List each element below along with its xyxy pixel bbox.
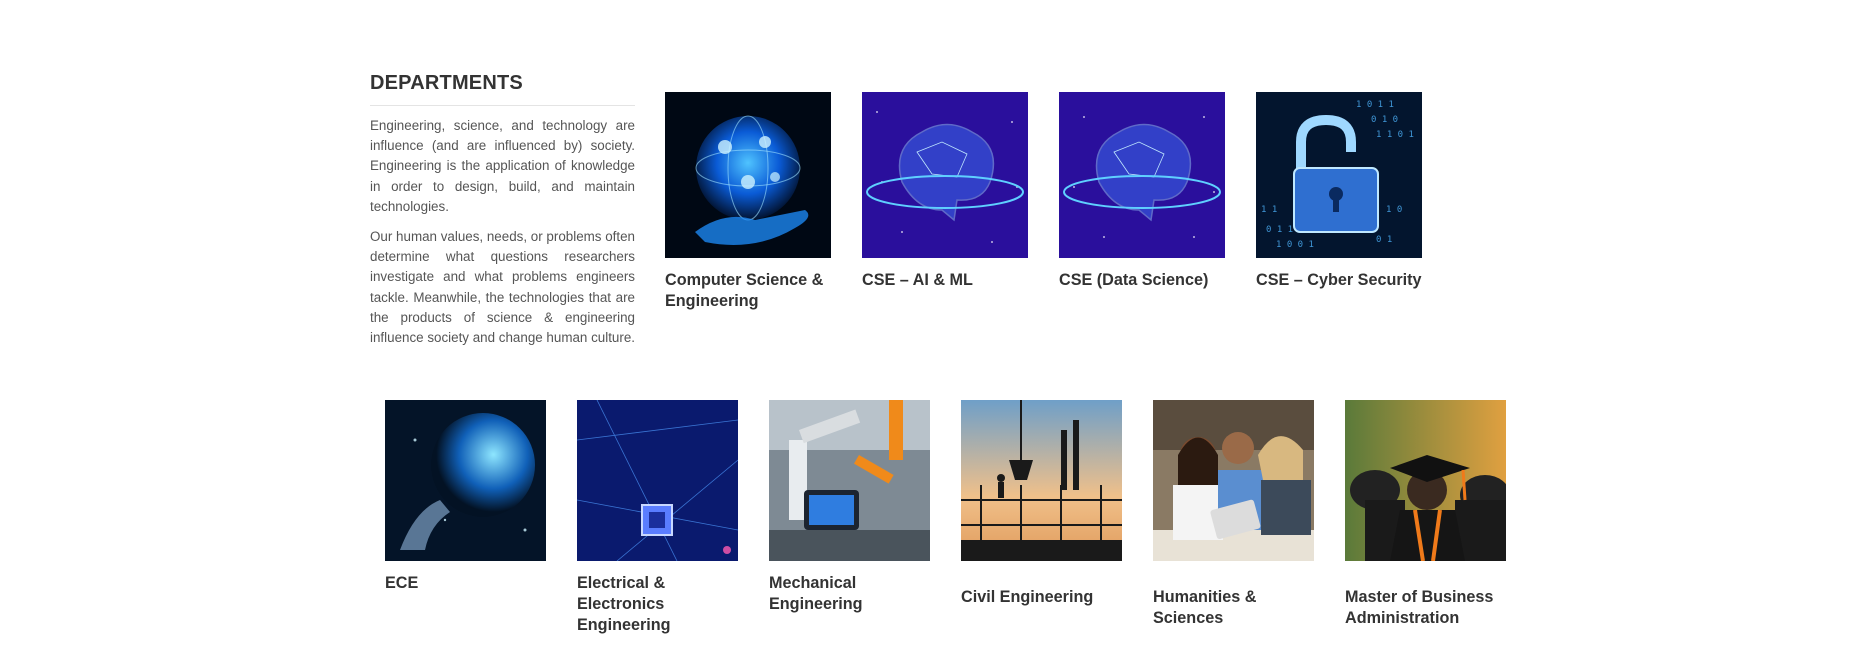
department-card-mechanical[interactable]: Mechanical Engineering xyxy=(769,400,939,615)
svg-text:1 0: 1 0 xyxy=(1386,205,1402,215)
intro-paragraph-1: Engineering, science, and technology are… xyxy=(370,118,635,214)
department-card-ece[interactable]: ECE xyxy=(385,400,555,594)
svg-text:0 1 0: 0 1 0 xyxy=(1371,115,1398,125)
department-label: CSE (Data Science) xyxy=(1059,271,1209,289)
department-label: Electrical & Electronics Engineering xyxy=(577,574,671,634)
students-reading-icon xyxy=(1153,400,1314,561)
svg-text:0 1: 0 1 xyxy=(1376,235,1392,245)
svg-text:0 1 1: 0 1 1 xyxy=(1266,225,1293,235)
departments-intro: DEPARTMENTS Engineering, science, and te… xyxy=(370,72,635,348)
department-card-cse-data-science[interactable]: CSE (Data Science) xyxy=(1059,92,1229,291)
ai-brain-icon xyxy=(862,92,1028,258)
department-card-humanities-sciences[interactable]: Humanities & Sciences xyxy=(1153,400,1323,629)
digital-globe-in-hand-icon xyxy=(665,92,831,258)
svg-text:1 0 0 1: 1 0 0 1 xyxy=(1276,240,1314,250)
svg-text:1 0 1 1: 1 0 1 1 xyxy=(1356,100,1394,110)
robotic-arm-icon xyxy=(769,400,930,561)
section-title: DEPARTMENTS xyxy=(370,72,635,106)
svg-text:1 1: 1 1 xyxy=(1261,205,1277,215)
digital-earth-icon xyxy=(385,400,546,561)
padlock-binary-icon: 1 0 1 1 0 1 0 1 1 0 1 0 1 1 1 0 0 1 0 1 1 0 1… xyxy=(1256,92,1422,258)
department-label: Master of Business Administration xyxy=(1345,588,1494,627)
intro-paragraph-2: Our human values, needs, or problems oft… xyxy=(370,229,636,346)
construction-site-icon xyxy=(961,400,1122,561)
department-card-cse-cyber-security[interactable]: 1 0 1 1 0 1 0 1 1 0 1 0 1 1 1 0 0 1 0 1 1 0 1… xyxy=(1256,92,1426,291)
department-label: Computer Science & Engineering xyxy=(665,271,824,310)
graduation-cap-icon xyxy=(1345,400,1506,561)
department-label: Mechanical Engineering xyxy=(769,574,863,613)
circuit-chip-icon xyxy=(577,400,738,561)
department-label: CSE – AI & ML xyxy=(862,271,973,289)
department-card-cse[interactable]: Computer Science & Engineering xyxy=(665,92,835,312)
department-label: ECE xyxy=(385,574,419,592)
department-label: Civil Engineering xyxy=(961,588,1094,606)
department-card-cse-ai-ml[interactable]: CSE – AI & ML xyxy=(862,92,1032,291)
department-label: Humanities & Sciences xyxy=(1153,588,1257,627)
department-card-civil[interactable]: Civil Engineering xyxy=(961,400,1131,608)
ai-brain-icon xyxy=(1059,92,1225,258)
department-label: CSE – Cyber Security xyxy=(1256,271,1422,289)
svg-text:1 1 0 1: 1 1 0 1 xyxy=(1376,130,1414,140)
department-card-eee[interactable]: Electrical & Electronics Engineering xyxy=(577,400,747,636)
department-card-mba[interactable]: Master of Business Administration xyxy=(1345,400,1515,629)
